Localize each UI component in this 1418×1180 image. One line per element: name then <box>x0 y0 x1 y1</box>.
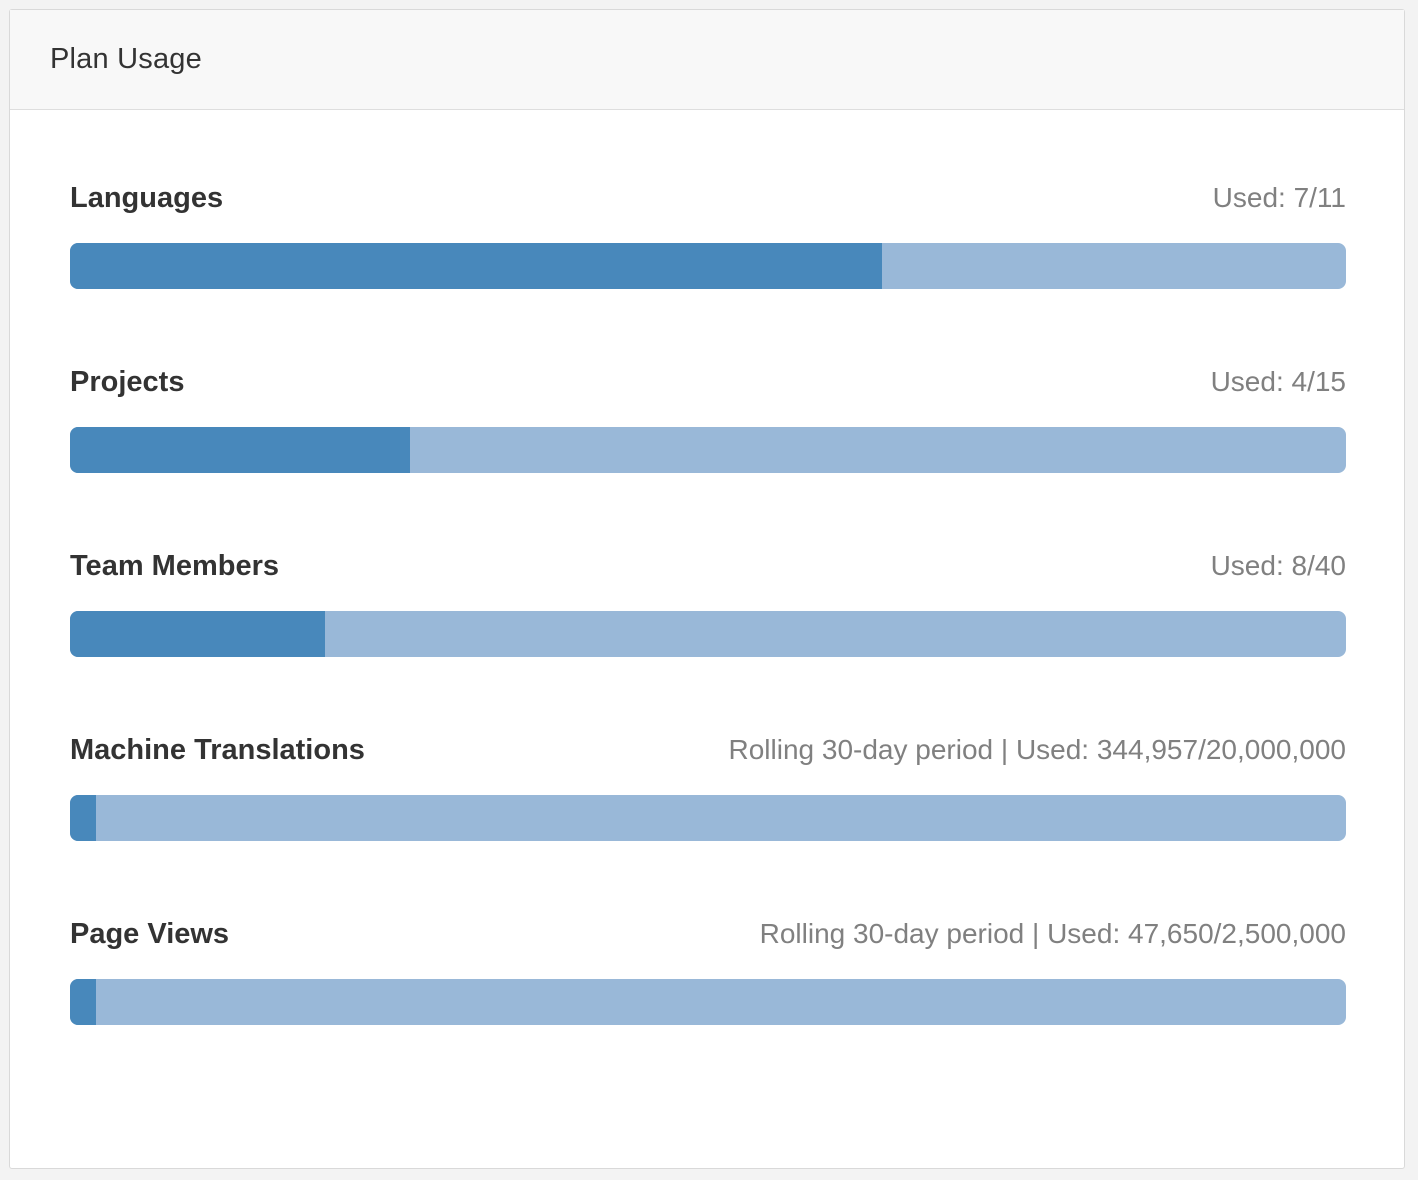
usage-item-page-views: Page Views Rolling 30-day period | Used:… <box>70 918 1346 1102</box>
usage-progress-fill <box>70 611 326 657</box>
plan-usage-panel: Plan Usage Languages Used: 7/11 Projects… <box>9 9 1405 1169</box>
usage-item-machine-translations: Machine Translations Rolling 30-day peri… <box>70 734 1346 918</box>
panel-title: Plan Usage <box>50 43 202 75</box>
usage-progress-bar <box>70 979 1346 1025</box>
usage-label: Team Members <box>70 550 279 582</box>
usage-value: Used: 8/40 <box>1210 550 1346 581</box>
usage-item-team-members: Team Members Used: 8/40 <box>70 550 1346 734</box>
usage-value: Rolling 30-day period | Used: 344,957/20… <box>728 734 1347 765</box>
usage-progress-bar <box>70 427 1346 473</box>
usage-progress-fill <box>70 243 882 289</box>
usage-item-projects: Projects Used: 4/15 <box>70 366 1346 550</box>
panel-header: Plan Usage <box>10 10 1404 110</box>
usage-progress-fill <box>70 427 411 473</box>
usage-value: Used: 7/11 <box>1212 182 1346 213</box>
usage-label: Languages <box>70 182 224 214</box>
usage-label: Machine Translations <box>70 734 365 766</box>
usage-progress-bar <box>70 611 1346 657</box>
usage-list: Languages Used: 7/11 Projects Used: 4/15… <box>70 182 1346 1102</box>
usage-label: Page Views <box>70 918 230 950</box>
usage-value: Rolling 30-day period | Used: 47,650/2,5… <box>759 918 1346 949</box>
usage-progress-bar <box>70 243 1346 289</box>
usage-item-languages: Languages Used: 7/11 <box>70 182 1346 366</box>
usage-progress-fill <box>70 795 96 841</box>
usage-value: Used: 4/15 <box>1210 366 1346 397</box>
usage-label: Projects <box>70 366 185 398</box>
usage-progress-bar <box>70 795 1346 841</box>
usage-progress-fill <box>70 979 96 1025</box>
